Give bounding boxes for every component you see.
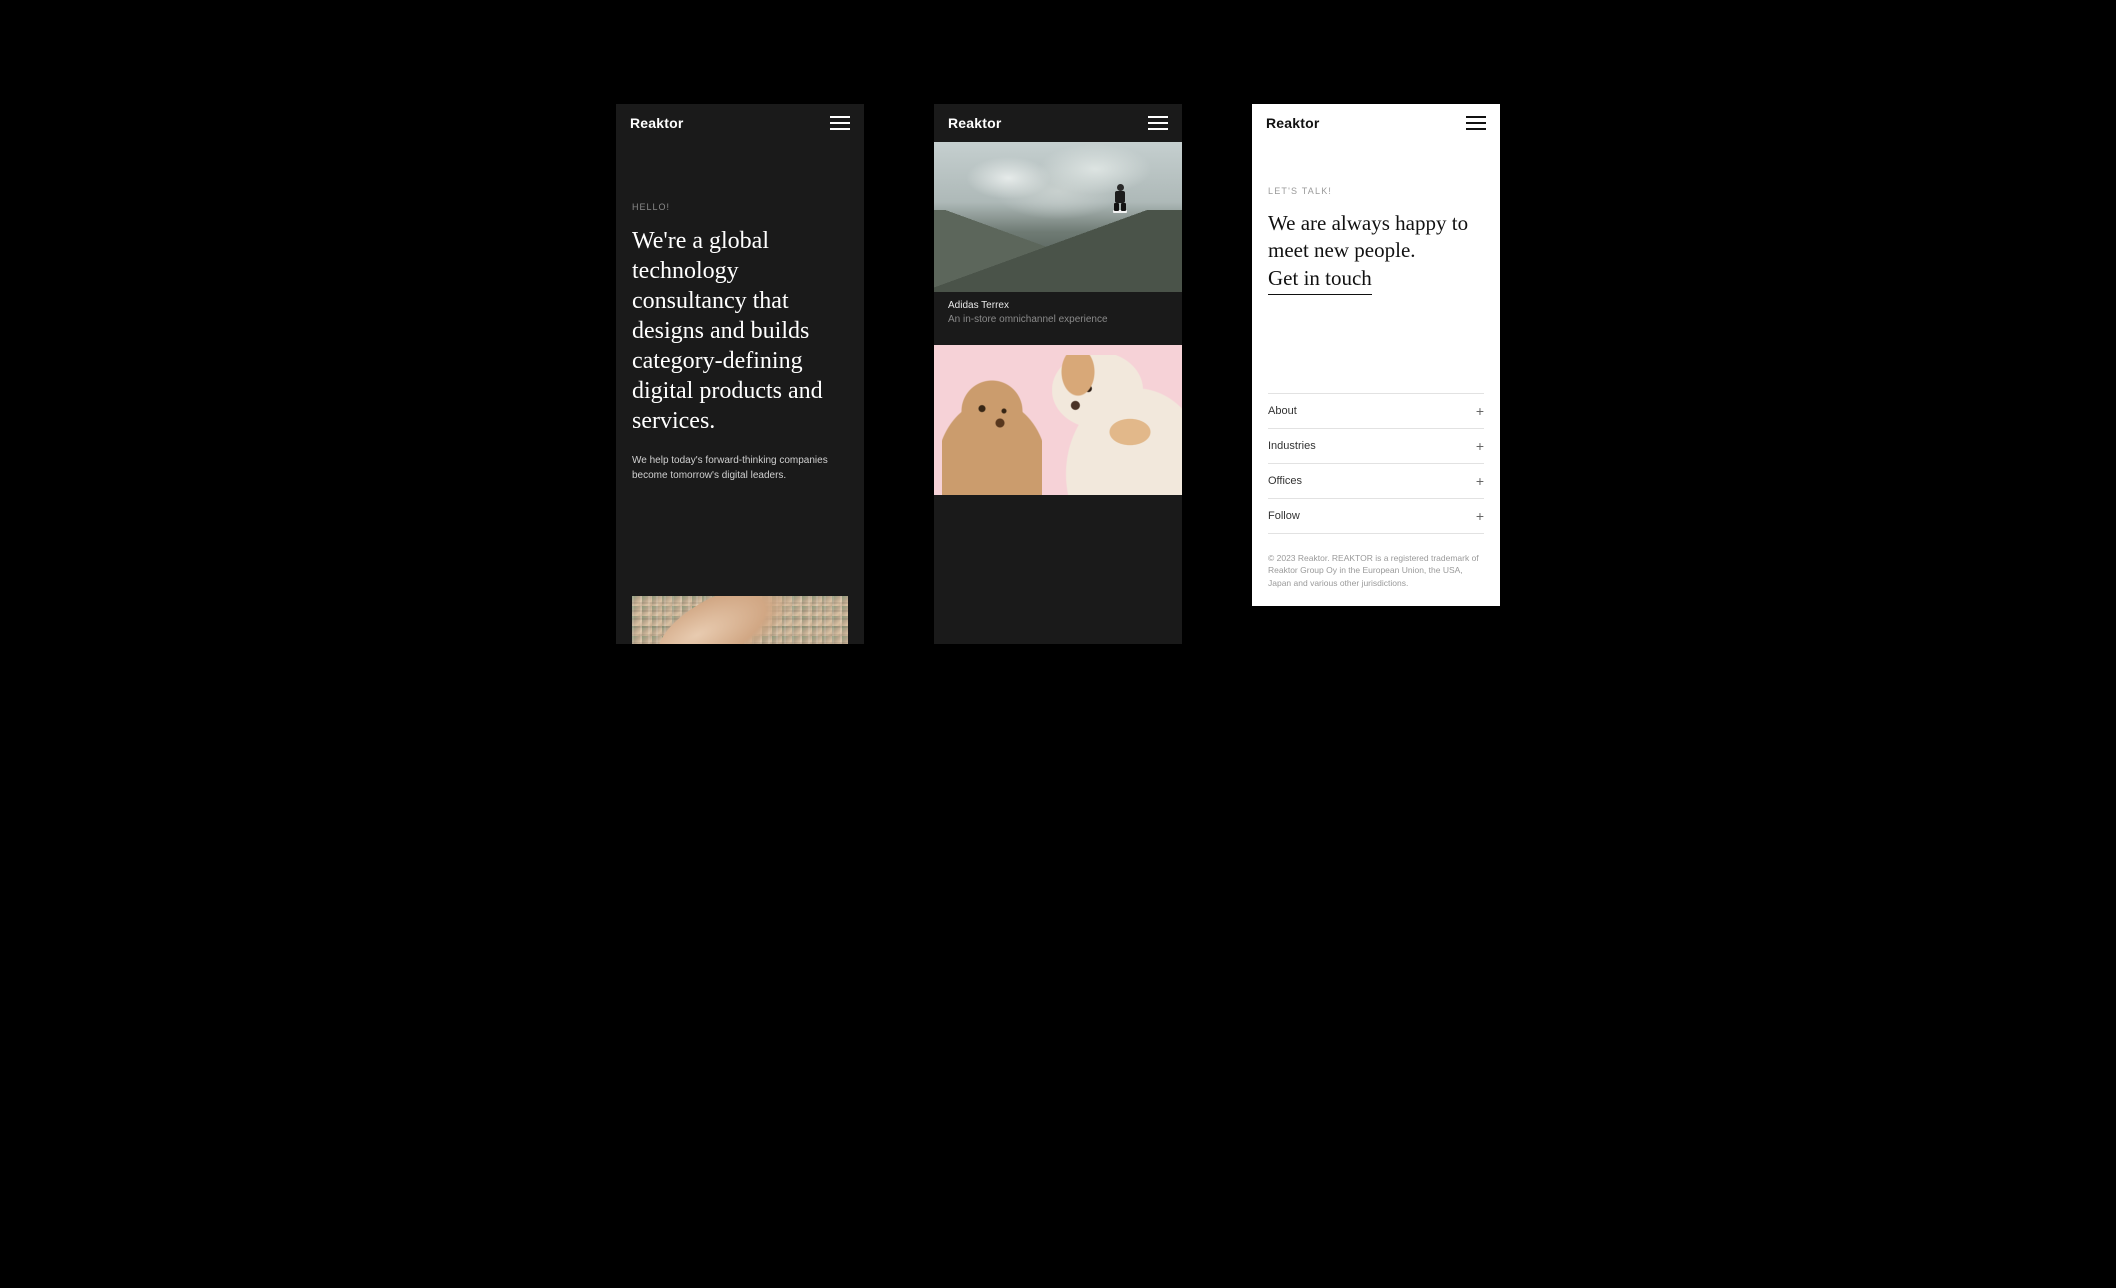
mobile-screen-work: Reaktor Adidas Terrex An in-store omnich… [934, 104, 1182, 644]
plus-icon: + [1476, 404, 1484, 418]
hamburger-menu-icon[interactable] [1466, 116, 1486, 130]
accordion-item-industries[interactable]: Industries + [1268, 429, 1484, 464]
plus-icon: + [1476, 474, 1484, 488]
case-study-title: Adidas Terrex [948, 300, 1168, 311]
brand-logo[interactable]: Reaktor [1266, 115, 1320, 131]
eyebrow-label: HELLO! [632, 202, 848, 212]
topbar: Reaktor [1252, 104, 1500, 142]
case-study-image[interactable] [934, 142, 1182, 292]
case-study-caption: Adidas Terrex An in-store omnichannel ex… [934, 292, 1182, 345]
brand-logo[interactable]: Reaktor [630, 115, 684, 131]
accordion-item-follow[interactable]: Follow + [1268, 499, 1484, 534]
accordion-label: Offices [1268, 475, 1302, 487]
hero-heading: We're a global technology consultancy th… [632, 226, 848, 436]
accordion-label: About [1268, 405, 1297, 417]
case-study-subtitle: An in-store omnichannel experience [948, 314, 1168, 325]
hamburger-menu-icon[interactable] [1148, 116, 1168, 130]
plus-icon: + [1476, 439, 1484, 453]
get-in-touch-link[interactable]: Get in touch [1268, 265, 1372, 295]
hero-subtext: We help today's forward-thinking compani… [632, 454, 832, 483]
mobile-screen-home: Reaktor HELLO! We're a global technology… [616, 104, 864, 644]
accordion-item-about[interactable]: About + [1268, 394, 1484, 429]
case-study-image[interactable] [934, 345, 1182, 495]
accordion-label: Follow [1268, 510, 1300, 522]
contact-heading-text: We are always happy to meet new people. [1268, 211, 1468, 262]
legal-text: © 2023 Reaktor. REAKTOR is a registered … [1268, 534, 1484, 603]
accordion-label: Industries [1268, 440, 1316, 452]
eyebrow-label: LET'S TALK! [1268, 186, 1484, 196]
accordion-item-offices[interactable]: Offices + [1268, 464, 1484, 499]
brand-logo[interactable]: Reaktor [948, 115, 1002, 131]
contact-heading: We are always happy to meet new people. … [1268, 210, 1484, 295]
topbar: Reaktor [616, 104, 864, 142]
hamburger-menu-icon[interactable] [830, 116, 850, 130]
topbar: Reaktor [934, 104, 1182, 142]
hero-image [632, 596, 848, 644]
plus-icon: + [1476, 509, 1484, 523]
footer-accordion: About + Industries + Offices + Follow + [1268, 393, 1484, 534]
mobile-screen-contact: Reaktor LET'S TALK! We are always happy … [1252, 104, 1500, 606]
